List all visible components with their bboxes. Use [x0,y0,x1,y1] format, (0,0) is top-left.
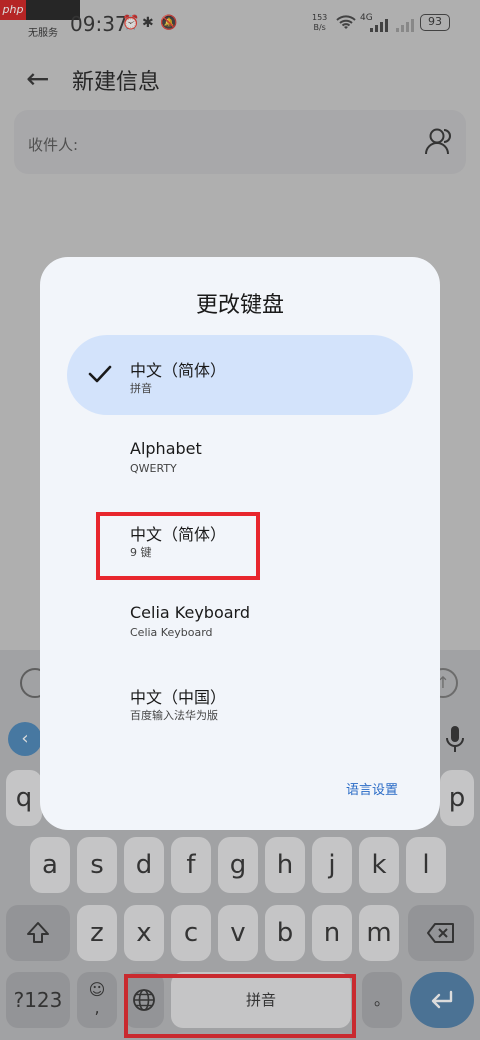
language-settings-link[interactable]: 语言设置 [346,779,398,798]
option-name: Alphabet [130,439,202,458]
keyboard-option-celia[interactable]: Celia Keyboard Celia Keyboard [67,581,413,661]
option-subtitle: Celia Keyboard [130,626,213,639]
highlight-annotation-9key [96,512,260,580]
option-name: Celia Keyboard [130,603,251,622]
keyboard-option-pinyin[interactable]: 中文（简体） 拼音 [67,335,413,415]
option-name: 中文（中国） [130,688,227,707]
option-subtitle: 拼音 [130,382,152,395]
checkmark-icon [88,365,112,383]
keyboard-option-alphabet[interactable]: Alphabet QWERTY [67,417,413,497]
change-keyboard-dialog: 更改键盘 中文（简体） 拼音 Alphabet QWERTY 中文（简体） 9 … [40,257,440,830]
option-name: 中文（简体） [130,361,227,380]
option-subtitle: QWERTY [130,462,177,475]
dialog-title: 更改键盘 [195,293,284,318]
keyboard-option-baidu[interactable]: 中文（中国） 百度输入法华为版 [67,662,413,742]
option-subtitle: 百度输入法华为版 [130,709,218,722]
